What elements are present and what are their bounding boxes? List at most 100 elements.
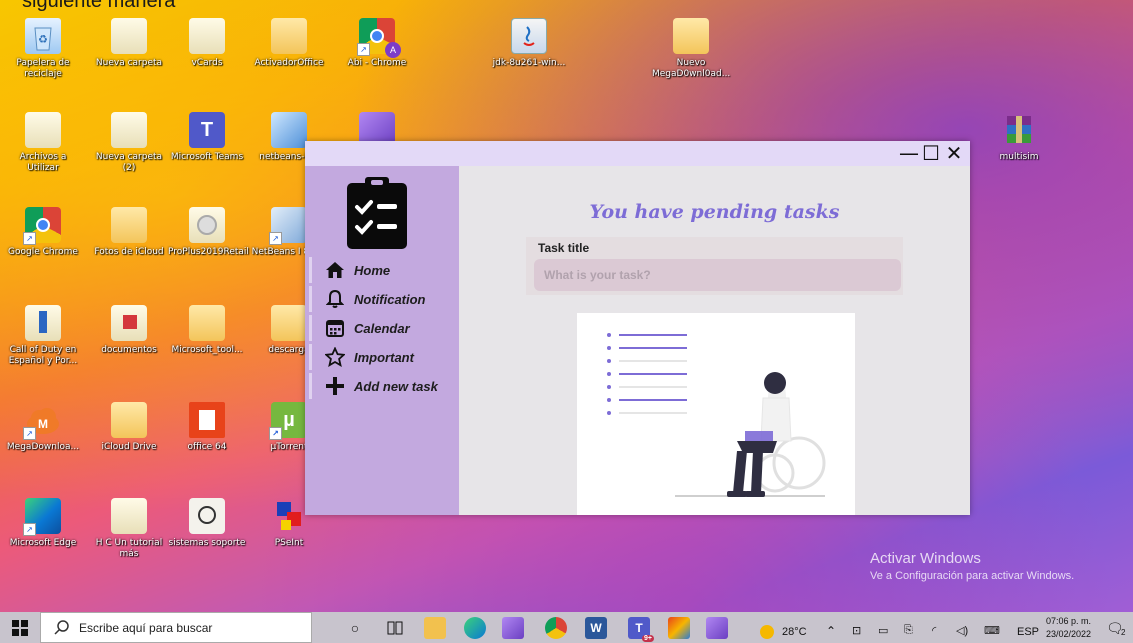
teams-icon: T: [189, 112, 225, 148]
desktop-icon-label: H C Un tutorial más: [95, 538, 163, 559]
desktop-icon-documentos[interactable]: documentos: [90, 305, 168, 356]
desktop-icon-label: Nuevo MegaD0wnl0ad...: [652, 58, 731, 79]
app-main-panel: You have pending tasks Task title: [459, 166, 970, 515]
visual-studio-2-taskbar-icon[interactable]: [706, 617, 728, 639]
desktop-icon-label: ActivadorOffice: [254, 58, 324, 68]
desktop-icon-hc-tutorial[interactable]: H C Un tutorial más: [90, 498, 168, 560]
input-language[interactable]: ESP: [1017, 626, 1039, 638]
tray-app-icon[interactable]: ⊡: [852, 624, 861, 637]
chrome-taskbar-icon[interactable]: [545, 617, 567, 639]
visual-studio-taskbar-icon[interactable]: [502, 617, 524, 639]
weather-sun-icon: [760, 625, 774, 639]
office-icon: [189, 402, 225, 438]
chrome-profile-icon: A: [357, 18, 401, 58]
nav-item-home[interactable]: Home: [309, 257, 457, 283]
activation-watermark: Activar Windows Ve a Configuración para …: [870, 550, 1074, 582]
desktop-icon-microsoft-edge[interactable]: Microsoft Edge: [4, 498, 82, 549]
volume-icon[interactable]: ◁): [956, 624, 968, 637]
winrar-icon: [1001, 112, 1037, 148]
edge-taskbar-icon[interactable]: [464, 617, 486, 639]
desktop-icon-google-chrome[interactable]: Google Chrome: [4, 207, 82, 258]
task-view-icon[interactable]: [384, 617, 406, 639]
desktop-icon-microsoft-teams[interactable]: T Microsoft Teams: [168, 112, 246, 163]
folder-icon: [111, 402, 147, 438]
desktop-icon-label: jdk-8u261-win...: [492, 58, 566, 68]
desktop-icon-label: vCards: [191, 58, 223, 68]
desktop-icon-nueva-carpeta[interactable]: Nueva carpeta: [90, 18, 168, 69]
desktop-icon-multisim[interactable]: multisim: [980, 112, 1058, 163]
folder-icon: [189, 18, 225, 54]
desktop-icon-fotos-icloud[interactable]: Fotos de iCloud: [90, 207, 168, 258]
nav-item-label: Add new task: [354, 378, 438, 394]
folder-icon: [111, 112, 147, 148]
nav-item-label: Notification: [354, 291, 426, 307]
clock-date[interactable]: 23/02/2022: [1046, 629, 1091, 639]
netbeans-cube-icon: [269, 207, 307, 245]
desktop-icon-microsoft-tool[interactable]: Microsoft_tool...: [168, 305, 246, 356]
desktop-icon-label: multisim: [999, 152, 1039, 162]
file-explorer-icon[interactable]: [424, 617, 446, 639]
desktop-icon-sistemas-soporte[interactable]: sistemas soporte: [168, 498, 246, 549]
folder-icon: [271, 18, 307, 54]
java-installer-icon: [511, 18, 547, 54]
desktop-icon-icloud-drive[interactable]: iCloud Drive: [90, 402, 168, 453]
page-title: You have pending tasks: [589, 201, 840, 223]
hidden-icons-chevron-icon[interactable]: ⌃: [826, 624, 836, 638]
desktop-icon-nuevo-megadownload[interactable]: Nuevo MegaD0wnl0ad...: [652, 18, 730, 80]
taskbar-search-box[interactable]: Escribe aquí para buscar: [40, 612, 312, 643]
close-button[interactable]: ✕: [943, 141, 965, 166]
desktop-icon-activador-office[interactable]: ActivadorOffice: [250, 18, 328, 69]
nav-item-notification[interactable]: Notification: [309, 286, 457, 312]
document-icon: [25, 305, 61, 341]
start-button[interactable]: [0, 612, 40, 643]
desktop-icon-call-of-duty[interactable]: Call of Duty en Español y Por...: [4, 305, 82, 367]
wifi-icon[interactable]: ◜: [932, 624, 936, 637]
desktop-icon-office-64[interactable]: office 64: [168, 402, 246, 453]
folder-icon: [111, 18, 147, 54]
weather-temperature[interactable]: 28°C: [782, 626, 807, 638]
maximize-button[interactable]: ☐: [920, 141, 942, 166]
folder-icon: [271, 305, 307, 341]
desktop-icon-nueva-carpeta-2[interactable]: Nueva carpeta (2): [90, 112, 168, 174]
desktop-icon-archivos[interactable]: Archivos a Utilizar: [4, 112, 82, 174]
app-title-bar[interactable]: — ☐ ✕: [305, 141, 970, 166]
desktop-icon-label: Nueva carpeta: [95, 58, 163, 68]
task-form: Task title: [526, 237, 903, 295]
keyboard-icon[interactable]: ⌨: [984, 624, 1000, 637]
app-taskbar-icon[interactable]: [668, 617, 690, 639]
desktop-icon-label: Microsoft Edge: [9, 538, 77, 548]
desktop-icon-proplus[interactable]: ProPlus2019Retail: [168, 207, 249, 258]
desktop-icon-label: documentos: [101, 345, 157, 355]
nav-item-add-new-task[interactable]: Add new task: [309, 373, 457, 399]
desktop-icon-abi-chrome[interactable]: A Abi - Chrome: [338, 18, 416, 69]
desktop-icon-jdk[interactable]: jdk-8u261-win...: [490, 18, 568, 69]
teams-taskbar-icon[interactable]: T 9+: [628, 617, 654, 642]
word-taskbar-icon[interactable]: W: [585, 617, 607, 639]
desktop-icon-recycle-bin[interactable]: ♻ Papelera de reciclaje: [4, 18, 82, 80]
desktop-icon-megadownloader[interactable]: M MegaDownloa...: [4, 402, 82, 453]
nav-item-important[interactable]: Important: [309, 344, 457, 370]
cortana-icon[interactable]: ○: [344, 617, 366, 639]
minimize-button[interactable]: —: [898, 141, 920, 166]
desktop-icon-label: ProPlus2019Retail: [168, 247, 249, 257]
nav-item-calendar[interactable]: Calendar: [309, 315, 457, 341]
desktop-icon-label: MegaDownloa...: [6, 442, 80, 452]
home-icon: [324, 259, 346, 281]
background-caption: siguiente manera: [22, 0, 176, 12]
meet-now-icon[interactable]: ⎘: [904, 624, 913, 637]
app-sidebar: Home Notification Calendar Important Add…: [305, 166, 459, 515]
folder-icon: [189, 305, 225, 341]
battery-icon[interactable]: ▭: [878, 624, 888, 637]
calendar-icon: [324, 317, 346, 339]
clock-time[interactable]: 07:06 p. m.: [1046, 616, 1091, 626]
search-placeholder: Escribe aquí para buscar: [79, 620, 213, 635]
desktop-icon-label: Microsoft_tool...: [171, 345, 243, 355]
desktop-icon-vcards[interactable]: vCards: [168, 18, 246, 69]
task-title-input[interactable]: [534, 259, 901, 291]
clipboard-checklist-icon: [345, 175, 409, 249]
mega-cloud-icon: M: [23, 402, 61, 440]
search-icon: [54, 619, 69, 635]
desktop-icon-label: Nueva carpeta (2): [95, 152, 163, 173]
nav-item-label: Calendar: [354, 320, 410, 336]
nav-item-label: Home: [354, 262, 391, 278]
